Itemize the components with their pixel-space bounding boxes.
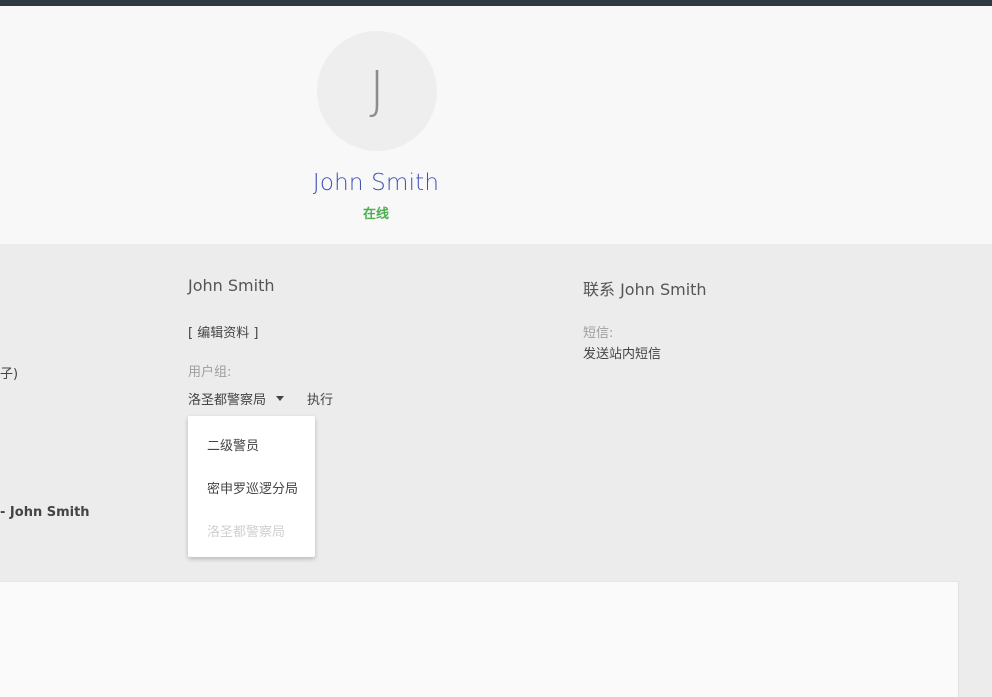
send-pm-link[interactable]: 发送站内短信 (583, 343, 661, 362)
edit-profile-link[interactable]: [ 编辑资料 ] (188, 322, 258, 341)
profile-section-title: John Smith (188, 276, 275, 295)
dropdown-option-patrol-branch[interactable]: 密申罗巡逻分局 (207, 478, 298, 497)
profile-content: 子) - John Smith John Smith [ 编辑资料 ] 用户组:… (0, 244, 992, 697)
contact-section-title: 联系 John Smith (583, 280, 707, 299)
sms-label: 短信: (583, 326, 614, 341)
usergroup-dropdown-menu: 二级警员 密申罗巡逻分局 洛圣都警察局 (188, 416, 315, 557)
online-status: 在线 (362, 207, 389, 222)
usergroup-select[interactable]: 洛圣都警察局 (188, 389, 285, 408)
usergroup-label: 用户组: (188, 365, 232, 380)
dropdown-option-level2-officer[interactable]: 二级警员 (207, 435, 259, 454)
usergroup-selected-value: 洛圣都警察局 (188, 393, 267, 408)
execute-button[interactable]: 执行 (307, 389, 333, 408)
profile-name: John Smith (312, 170, 440, 196)
avatar: J (317, 31, 437, 151)
dropdown-option-lspd: 洛圣都警察局 (207, 525, 286, 540)
bottom-panel (0, 581, 959, 697)
left-column-fragment-name: - John Smith (0, 505, 90, 520)
left-column-fragment: 子) (0, 367, 19, 382)
profile-header: J John Smith 在线 (0, 6, 992, 244)
caret-down-icon (276, 396, 285, 401)
